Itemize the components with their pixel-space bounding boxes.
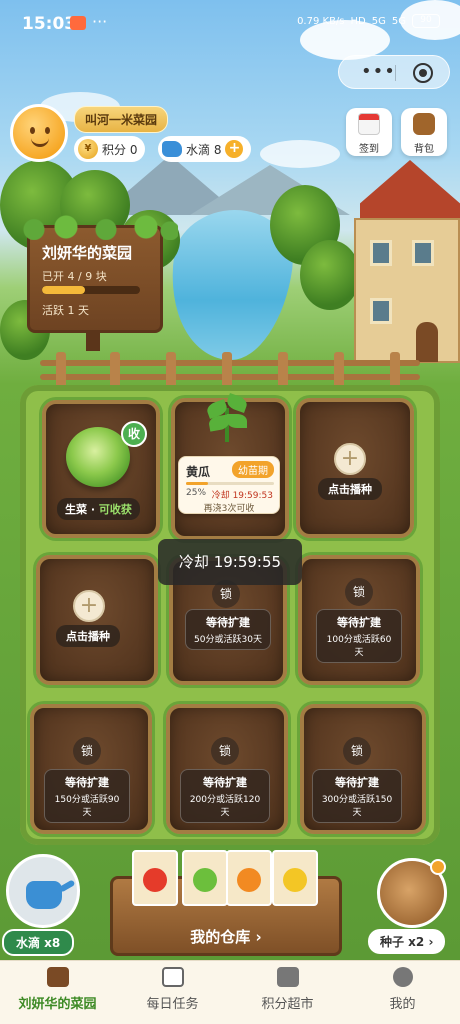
checkin-label: 签到 [359, 144, 379, 155]
sow-button[interactable]: 点击播种 [318, 478, 382, 500]
more-menu-icon[interactable]: ••• [361, 61, 396, 82]
crop-name: 黄瓜 [186, 465, 211, 479]
tab-points-mall[interactable]: 积分超市 [230, 961, 345, 1024]
corn-seed-packet-icon [272, 850, 318, 906]
calendar-icon [358, 113, 380, 135]
add-seed-icon[interactable]: + [73, 590, 105, 622]
seed-bag-button[interactable] [377, 858, 447, 928]
backpack-label: 背包 [414, 144, 434, 155]
house-window [370, 240, 392, 266]
cooldown-toast: 冷却 19:59:55 [158, 539, 302, 585]
water-pill[interactable]: 水滴 8 + [158, 136, 252, 162]
lettuce-status-pill[interactable]: 生菜 · 可收获 [57, 498, 140, 520]
active-days: 活跃 1 天 [42, 304, 89, 317]
crop-status: 可收获 [98, 503, 132, 516]
checkin-button[interactable]: 签到 [346, 108, 392, 156]
plots-open-count: 已开 4 / 9 块 [42, 270, 107, 283]
farmhouse [350, 150, 460, 365]
add-water-icon[interactable]: + [225, 140, 244, 158]
points-label: 积分 0 [102, 142, 138, 157]
warehouse-label: 我的仓库 › [190, 928, 262, 946]
backpack-icon [413, 113, 435, 135]
notification-dot [430, 859, 446, 875]
garden-sign-board: 刘妍华的菜园 已开 4 / 9 块 活跃 1 天 [18, 214, 178, 351]
growth-stage-badge: 幼苗期 [232, 461, 274, 478]
house-roof [360, 160, 460, 222]
tab-me[interactable]: 我的 [345, 961, 460, 1024]
locked-plot-info: 等待扩建 300分或活跃150天 [312, 769, 402, 823]
water-label: 水滴 8 [186, 142, 222, 157]
coin-icon: ¥ [78, 139, 98, 159]
plots-progress-fill [42, 286, 86, 294]
backpack-button[interactable]: 背包 [401, 108, 447, 156]
battery-icon: 90 [412, 14, 440, 28]
crop-name: 生菜 [65, 503, 87, 516]
cloud [260, 140, 340, 168]
sow-button[interactable]: 点击播种 [56, 625, 120, 647]
garden-title: 刘妍华的菜园 [42, 244, 133, 262]
garden-name-pill[interactable]: 叫河一米菜园 [74, 106, 169, 133]
watering-can-icon [26, 881, 62, 909]
net-speed: 0.79 KB/s [297, 15, 345, 27]
tab-my-garden[interactable]: 刘妍华的菜园 [0, 961, 115, 1024]
cooldown-timer: 冷却 19:59:53 [211, 491, 273, 501]
signal-5g-icon: 5G [391, 15, 406, 27]
status-right: 0.79 KB/s HD 5G 5G 90 [297, 14, 440, 28]
lock-icon: 锁 [211, 737, 239, 765]
store-icon [276, 967, 299, 987]
cabbage-seed-packet-icon [182, 850, 228, 906]
tab-daily-tasks[interactable]: 每日任务 [115, 961, 230, 1024]
growth-progress-bar [186, 482, 274, 485]
notification-dots-icon: ··· [92, 12, 108, 31]
cucumber-info-card[interactable]: 黄瓜 幼苗期 25% 冷却 19:59:53 再浇3次可收 [178, 456, 280, 514]
carrot-seed-packet-icon [226, 850, 272, 906]
plots-progress-bar [42, 286, 140, 294]
hd-icon: HD [350, 15, 366, 27]
warehouse-button[interactable]: 我的仓库 › [110, 850, 342, 956]
growth-percent: 25% [186, 488, 207, 498]
locked-plot-info: 等待扩建 200分或活跃120天 [180, 769, 270, 823]
garden-basket-icon [46, 967, 69, 987]
seed-count-pill[interactable]: 种子 x2 › [368, 929, 446, 954]
water-tip: 再浇3次可收 [203, 504, 255, 514]
status-time: 15:03 [22, 14, 77, 34]
house-window [370, 298, 392, 324]
points-pill[interactable]: ¥ 积分 0 [74, 136, 146, 162]
harvest-badge[interactable]: 收 [121, 421, 147, 447]
cucumber-sprout-icon[interactable] [203, 392, 251, 442]
bottom-tab-bar: 刘妍华的菜园 每日任务 积分超市 我的 [0, 960, 460, 1024]
watering-can-button[interactable] [6, 854, 80, 928]
leaf-decoration [18, 214, 178, 240]
close-miniprogram-icon[interactable] [413, 63, 433, 83]
clipboard-icon [161, 967, 184, 987]
lock-icon: 锁 [345, 578, 373, 606]
signal-5g-icon: 5G [371, 15, 386, 27]
lock-icon: 锁 [73, 737, 101, 765]
miniprogram-capsule: ••• [338, 55, 450, 89]
locked-plot-info: 等待扩建 150分或活跃90天 [44, 769, 130, 823]
watering-can-icon [162, 141, 182, 157]
add-seed-icon[interactable]: + [334, 443, 366, 475]
screen-record-icon [70, 16, 86, 30]
tomato-seed-packet-icon [132, 850, 178, 906]
growth-progress-fill [186, 482, 208, 485]
house-window [412, 240, 434, 266]
avatar[interactable] [10, 104, 68, 162]
user-icon [392, 967, 413, 987]
water-count-pill[interactable]: 水滴 x8 [2, 929, 75, 956]
locked-plot-info: 等待扩建 100分或活跃60天 [316, 609, 402, 663]
lock-icon: 锁 [343, 737, 371, 765]
plot-empty-2[interactable] [36, 555, 158, 685]
status-bar: 15:03 ··· 0.79 KB/s HD 5G 5G 90 [0, 0, 460, 40]
locked-plot-info: 等待扩建 50分或活跃30天 [185, 609, 271, 650]
